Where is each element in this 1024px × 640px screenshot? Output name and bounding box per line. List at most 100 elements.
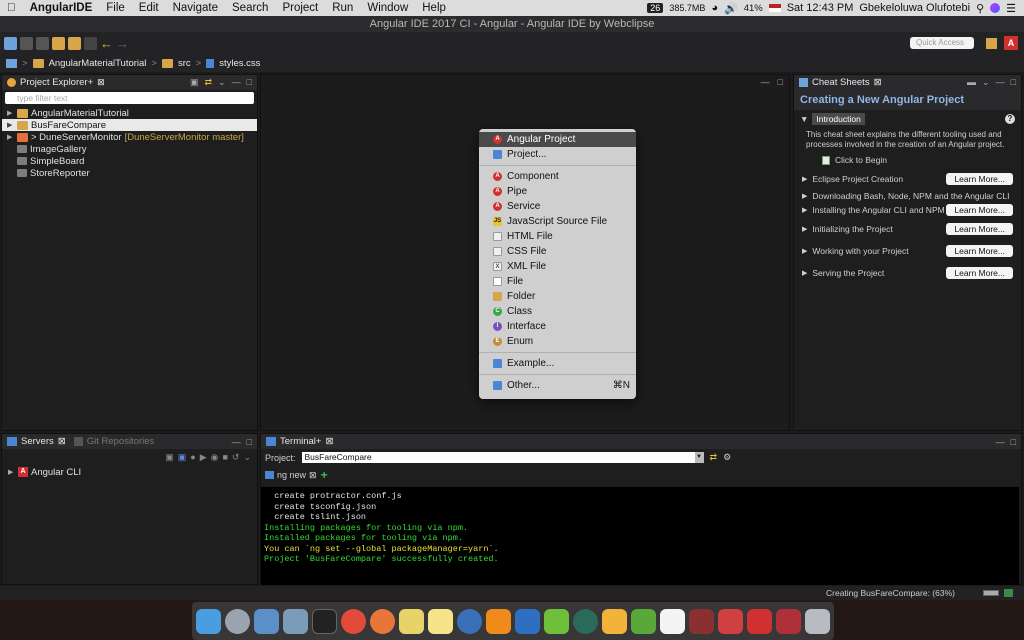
breadcrumb-src[interactable]: src <box>178 58 191 69</box>
tree-item-simpleboard[interactable]: SimpleBoard <box>7 155 257 167</box>
upwork-icon[interactable] <box>544 608 569 634</box>
maximize-icon[interactable]: □ <box>778 77 783 87</box>
close-icon[interactable]: ⊠ <box>874 77 882 88</box>
menu-item-xml-file[interactable]: X XML File <box>479 259 636 274</box>
menu-edit[interactable]: Edit <box>132 2 166 14</box>
volume-icon[interactable]: 🔊 <box>724 2 738 15</box>
perspective-icon[interactable] <box>986 38 997 49</box>
collapse-all-icon[interactable]: ▣ <box>190 77 199 88</box>
step-working[interactable]: ▶ Working with your Project Learn More... <box>794 240 1021 262</box>
close-icon[interactable]: ⊠ <box>58 436 66 447</box>
trash-icon[interactable] <box>805 608 830 634</box>
notifications-icon[interactable]: ☰ <box>1006 2 1016 15</box>
wifi-icon[interactable]: ◕ <box>711 2 718 14</box>
learn-more-button[interactable]: Learn More... <box>946 245 1013 257</box>
calendar-badge[interactable]: 26 <box>647 3 664 13</box>
textedit-icon[interactable] <box>399 608 424 634</box>
finder-icon[interactable] <box>196 608 221 634</box>
tab-git-repositories[interactable]: Git Repositories <box>87 436 155 447</box>
tree-item-angularmaterialtutorial[interactable]: ▶ AngularMaterialTutorial <box>7 107 257 119</box>
collapse-icon[interactable]: ▬ <box>967 77 976 88</box>
menu-navigate[interactable]: Navigate <box>166 2 225 14</box>
menu-item-javascript-file[interactable]: JS JavaScript Source File <box>479 214 636 229</box>
minimize-icon[interactable]: — <box>996 77 1005 88</box>
maximize-icon[interactable]: □ <box>247 77 252 88</box>
tree-item-storereporter[interactable]: StoreReporter <box>7 167 257 179</box>
tab-cheat-sheets[interactable]: Cheat Sheets <box>812 77 870 88</box>
tree-item-busfarecompare[interactable]: ▶ BusFareCompare <box>2 119 257 131</box>
save-icon[interactable] <box>20 36 33 50</box>
menu-item-interface[interactable]: I Interface <box>479 319 636 334</box>
view-menu-icon[interactable]: ⌄ <box>218 77 226 88</box>
apple-icon[interactable]:  <box>0 2 23 14</box>
collapse-icon[interactable]: ▣ <box>165 452 174 463</box>
menu-window[interactable]: Window <box>360 2 415 14</box>
minimize-icon[interactable]: — <box>996 437 1005 447</box>
new-icon[interactable] <box>4 36 17 50</box>
profile-icon[interactable]: ◉ <box>211 452 219 463</box>
menu-item-file[interactable]: File <box>479 274 636 289</box>
breadcrumb-file[interactable]: styles.css <box>219 58 260 69</box>
menu-project[interactable]: Project <box>275 2 325 14</box>
network-speed[interactable]: 385.7MB <box>669 3 705 13</box>
minimize-icon[interactable]: — <box>232 437 241 447</box>
click-to-begin[interactable]: Click to Begin <box>794 152 1021 168</box>
battery-percent[interactable]: 41% <box>744 3 763 14</box>
terminal-app-icon[interactable] <box>312 608 337 634</box>
save-all-icon[interactable] <box>36 36 49 50</box>
chrome-icon[interactable] <box>341 608 366 634</box>
screenshot-app-icon[interactable] <box>776 608 801 634</box>
vscode-icon[interactable] <box>515 608 540 634</box>
menu-help[interactable]: Help <box>415 2 453 14</box>
close-icon[interactable]: ⊠ <box>309 470 317 481</box>
step-eclipse-project-creation[interactable]: ▶ Eclipse Project Creation Learn More... <box>794 168 1021 190</box>
flag-icon[interactable] <box>768 4 781 12</box>
preview-icon[interactable] <box>254 608 279 634</box>
project-select[interactable]: BusFareCompare ▼ <box>301 452 704 463</box>
close-icon[interactable]: ⊠ <box>325 436 333 447</box>
menu-item-project[interactable]: Project... <box>479 147 636 162</box>
maximize-icon[interactable]: □ <box>247 437 252 447</box>
menu-item-css-file[interactable]: CSS File <box>479 244 636 259</box>
clock[interactable]: Sat 12:43 PM <box>787 2 854 14</box>
maximize-icon[interactable]: □ <box>1011 437 1016 447</box>
debug-icon[interactable]: ● <box>190 452 195 463</box>
menu-item-other[interactable]: Other... ⌘N <box>479 378 636 393</box>
sketch-icon[interactable] <box>602 608 627 634</box>
view-menu-icon[interactable]: ⌄ <box>982 77 990 88</box>
firefox-icon[interactable] <box>370 608 395 634</box>
tree-item-duneservermonitor[interactable]: ▶ > DuneServerMonitor [DuneServerMonitor… <box>7 131 257 143</box>
angular-ide-icon[interactable] <box>747 608 772 634</box>
menu-item-pipe[interactable]: A Pipe <box>479 184 636 199</box>
quick-access-input[interactable]: Quick Access <box>910 37 974 49</box>
progress-bar[interactable] <box>983 590 999 596</box>
session-tab-ng-new[interactable]: ng new ⊠ <box>265 470 317 481</box>
help-icon[interactable]: ? <box>1005 114 1015 124</box>
stop-icon[interactable]: ■ <box>222 452 227 463</box>
menu-item-html-file[interactable]: HTML File <box>479 229 636 244</box>
minimize-icon[interactable]: — <box>761 77 770 87</box>
breadcrumb-project[interactable]: AngularMaterialTutorial <box>49 58 147 69</box>
server-item-angular-cli[interactable]: ▶ A Angular CLI <box>2 466 257 478</box>
menu-file[interactable]: File <box>99 2 132 14</box>
link-editor-icon[interactable]: ⇄ <box>204 77 212 88</box>
open-folder-icon[interactable] <box>52 36 65 50</box>
project-icon[interactable] <box>6 58 17 68</box>
publish-icon[interactable]: ↺ <box>232 452 240 463</box>
maximize-icon[interactable]: □ <box>1011 77 1016 88</box>
menu-item-enum[interactable]: E Enum <box>479 334 636 349</box>
new-project-icon[interactable] <box>68 36 81 50</box>
bookmark-app-icon[interactable] <box>718 608 743 634</box>
photos-app-icon[interactable] <box>283 608 308 634</box>
menu-run[interactable]: Run <box>325 2 360 14</box>
menu-search[interactable]: Search <box>225 2 275 14</box>
progress-text[interactable]: Creating BusFareCompare: (63%) <box>826 588 955 598</box>
tab-terminal[interactable]: Terminal+ <box>280 436 321 447</box>
learn-more-button[interactable]: Learn More... <box>946 204 1013 216</box>
quicktime-icon[interactable] <box>457 608 482 634</box>
minimize-icon[interactable]: — <box>232 77 241 88</box>
forward-icon[interactable]: → <box>116 37 129 50</box>
progress-icon[interactable] <box>1004 589 1013 597</box>
step-initializing[interactable]: ▶ Initializing the Project Learn More... <box>794 218 1021 240</box>
angular-perspective-icon[interactable]: A <box>1004 36 1018 50</box>
